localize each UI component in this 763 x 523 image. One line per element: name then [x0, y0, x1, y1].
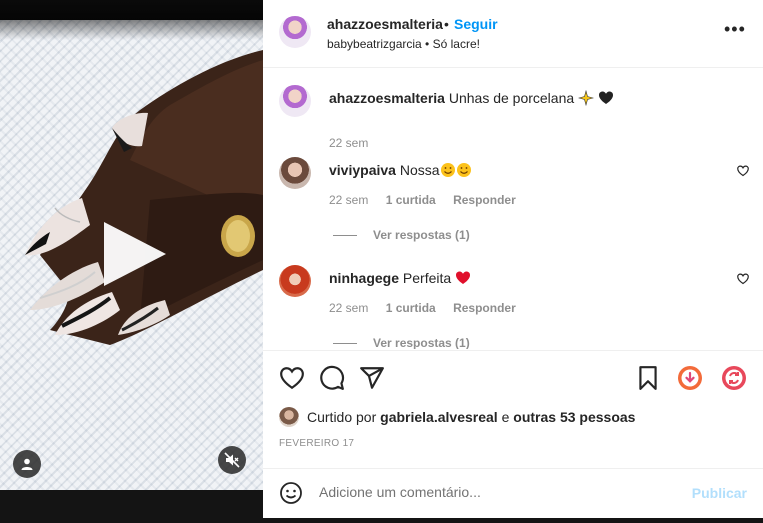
post-actions: Curtido por gabriela.alvesreal e outras … [263, 350, 763, 460]
view-replies-button[interactable]: Ver respostas (1) [333, 228, 470, 242]
avatar[interactable] [279, 265, 311, 297]
caption-username[interactable]: ahazzoesmalteria [329, 90, 445, 106]
comment-text: Perfeita [402, 270, 452, 286]
smiling-hug-emoji-icon [440, 163, 455, 177]
like-comment-heart-icon[interactable] [737, 165, 749, 177]
comment-time[interactable]: 22 sem [329, 193, 368, 207]
avatar[interactable] [279, 85, 311, 117]
caption-time[interactable]: 22 sem [329, 136, 368, 150]
more-options-icon[interactable]: ••• [724, 20, 746, 38]
like-comment-heart-icon[interactable] [737, 273, 749, 285]
view-replies-button[interactable]: Ver respostas (1) [333, 336, 470, 349]
play-icon[interactable] [104, 222, 166, 286]
black-heart-icon [598, 91, 613, 104]
comments-list[interactable]: ahazzoesmalteria Unhas de porcelana 22 s… [263, 69, 763, 349]
add-comment-bar: Publicar [263, 468, 763, 518]
emoji-picker-icon[interactable] [279, 481, 303, 505]
post-media[interactable] [0, 0, 263, 490]
avatar[interactable] [279, 16, 311, 48]
smiling-hug-emoji-icon [456, 163, 471, 177]
reply-button[interactable]: Responder [453, 301, 516, 315]
repost-extension-icon[interactable] [721, 365, 747, 391]
like-heart-icon[interactable] [279, 365, 305, 391]
post-subtitle[interactable]: babybeatrizgarcia • Só lacre! [327, 37, 480, 51]
comment-text: Nossa [399, 162, 440, 178]
caption-text: Unhas de porcelana [448, 90, 575, 106]
tagged-users-icon[interactable] [13, 450, 41, 478]
liked-by-others[interactable]: outras 53 pessoas [513, 409, 635, 425]
liked-by: Curtido por gabriela.alvesreal e outras … [279, 407, 635, 427]
add-comment-input[interactable] [319, 484, 679, 500]
separator-dot: • [444, 16, 449, 32]
follow-button[interactable]: Seguir [454, 16, 498, 32]
liked-by-joiner: e [501, 409, 510, 425]
sparkles-icon [578, 90, 595, 106]
save-bookmark-icon[interactable] [635, 365, 661, 391]
liked-by-user[interactable]: gabriela.alvesreal [380, 409, 498, 425]
reply-button[interactable]: Responder [453, 193, 516, 207]
post-author-username[interactable]: ahazzoesmalteria [327, 16, 443, 32]
comment-likes[interactable]: 1 curtida [386, 193, 436, 207]
comment-icon[interactable] [319, 365, 345, 391]
comment-likes[interactable]: 1 curtida [386, 301, 436, 315]
avatar[interactable] [279, 157, 311, 189]
post-details-panel: ahazzoesmalteria • Seguir babybeatrizgar… [263, 0, 763, 518]
comment-username[interactable]: ninhagege [329, 270, 399, 286]
post-header: ahazzoesmalteria • Seguir babybeatrizgar… [263, 0, 763, 68]
publish-button[interactable]: Publicar [692, 485, 747, 501]
liked-by-prefix: Curtido por [307, 409, 377, 425]
post-date[interactable]: FEVEREIRO 17 [279, 438, 354, 449]
muted-audio-icon[interactable] [218, 446, 246, 474]
download-extension-icon[interactable] [677, 365, 703, 391]
comment-time[interactable]: 22 sem [329, 301, 368, 315]
avatar[interactable] [279, 407, 299, 427]
share-icon[interactable] [359, 365, 385, 391]
red-heart-icon [456, 271, 471, 284]
comment-username[interactable]: viviypaiva [329, 162, 396, 178]
